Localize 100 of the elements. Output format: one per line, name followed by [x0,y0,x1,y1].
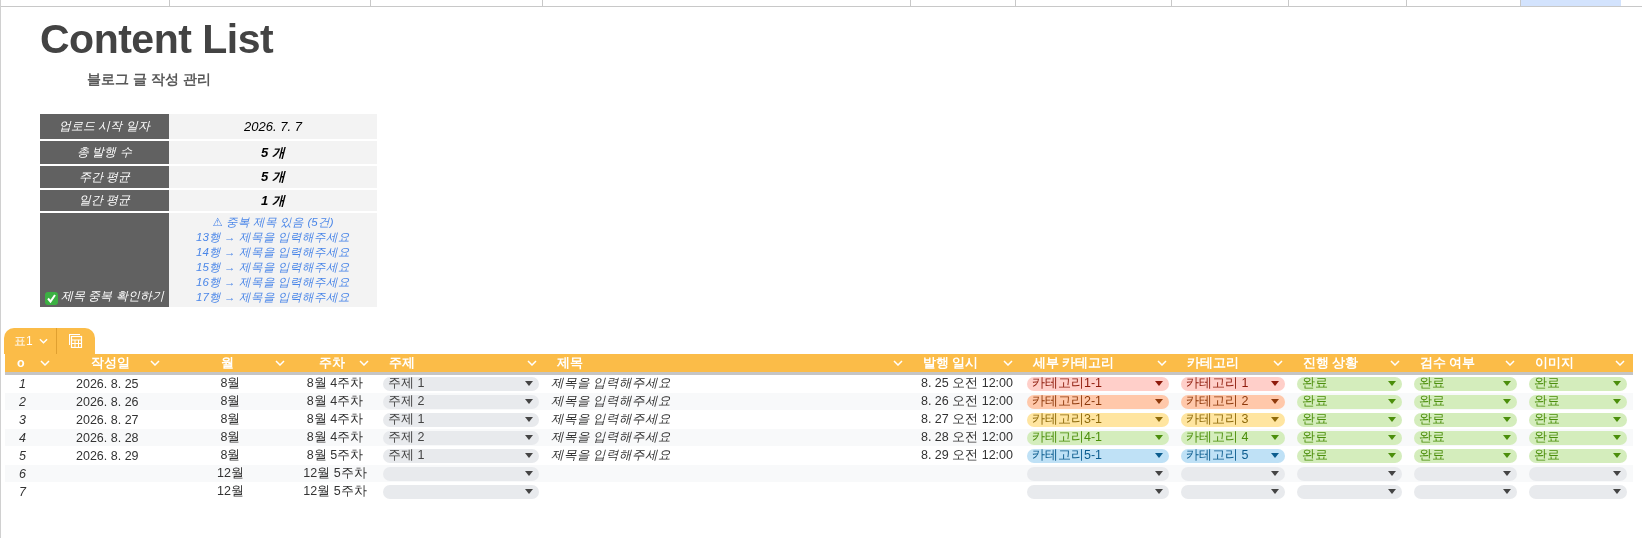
dropdown[interactable]: 완료 [1529,376,1627,391]
dropdown[interactable] [1297,484,1402,499]
dropdown[interactable] [1529,484,1627,499]
table-tab[interactable]: 표1 [4,328,57,354]
dropdown[interactable]: 완료 [1297,376,1402,391]
caret-icon [1613,489,1621,494]
dropdown[interactable]: 완료 [1414,376,1517,391]
dropdown[interactable]: 카테고리4-1 [1027,430,1169,445]
caret-icon [1388,435,1396,440]
caret-icon [1271,453,1279,458]
caret-icon [1503,489,1511,494]
dropdown[interactable] [1027,484,1169,499]
dropdown[interactable]: 카테고리5-1 [1027,448,1169,463]
column-header[interactable]: 발행 일시 [911,354,1021,375]
dropdown[interactable]: 카테고리1-1 [1027,376,1169,391]
dropdown[interactable]: 카테고리 2 [1181,394,1285,409]
summary-label: 일간 평균 [40,190,169,211]
dropdown[interactable] [1529,466,1627,481]
column-header[interactable]: 월 [168,354,293,375]
summary-label: 제목 중복 확인하기 [61,288,164,305]
chevron-down-icon[interactable] [1615,360,1625,366]
dropdown[interactable]: 주제 1 [383,376,539,391]
dropdown[interactable] [1181,484,1285,499]
dropdown[interactable]: 완료 [1529,448,1627,463]
chevron-down-icon[interactable] [1505,360,1515,366]
dropdown[interactable]: 주제 2 [383,430,539,445]
dropdown[interactable]: 완료 [1297,394,1402,409]
dropdown[interactable] [1297,466,1402,481]
dropdown[interactable]: 카테고리 1 [1181,376,1285,391]
chevron-down-icon[interactable] [1157,360,1167,366]
column-header[interactable]: 세부 카테고리 [1021,354,1175,375]
dropdown[interactable] [383,484,539,499]
dropdown[interactable]: 완료 [1529,412,1627,427]
chevron-down-icon[interactable] [150,360,160,366]
chevron-down-icon[interactable] [359,360,369,366]
chevron-down-icon[interactable] [527,360,537,366]
chevron-down-icon[interactable] [1003,360,1013,366]
dropdown[interactable]: 카테고리 4 [1181,430,1285,445]
chevron-down-icon[interactable] [1273,360,1283,366]
column-header[interactable]: 주차 [293,354,377,375]
dropdown[interactable]: 완료 [1297,412,1402,427]
dropdown[interactable] [1414,466,1517,481]
chevron-down-icon[interactable] [1390,360,1400,366]
column-header[interactable]: 검수 여부 [1408,354,1523,375]
caret-icon [1271,435,1279,440]
caret-icon [1503,453,1511,458]
selected-column-header[interactable] [1521,0,1621,6]
dropdown[interactable]: 주제 1 [383,412,539,427]
chevron-down-icon[interactable] [275,360,285,366]
column-header[interactable]: o [5,354,58,375]
dropdown[interactable]: 완료 [1529,430,1627,445]
column-header[interactable]: 이미지 [1523,354,1633,375]
caret-icon [525,453,533,458]
caret-icon [525,435,533,440]
dropdown[interactable]: 주제 1 [383,448,539,463]
table-settings-button[interactable] [56,328,95,354]
caret-icon [1503,399,1511,404]
caret-icon [1613,471,1621,476]
dropdown[interactable] [1414,484,1517,499]
caret-icon [1613,417,1621,422]
column-header[interactable]: 진행 상황 [1291,354,1408,375]
dropdown[interactable]: 카테고리2-1 [1027,394,1169,409]
column-header[interactable]: 작성일 [58,354,168,375]
row-number: 4 [19,430,26,445]
duplicate-line: 16행 → 제목을 입력해주세요 [196,275,350,290]
dropdown[interactable]: 완료 [1414,412,1517,427]
caret-icon [525,489,533,494]
chevron-down-icon[interactable] [893,360,903,366]
dropdown[interactable]: 완료 [1297,430,1402,445]
caret-icon [1503,435,1511,440]
caret-icon [1155,453,1163,458]
column-header[interactable]: 제목 [545,354,911,375]
caret-icon [1155,435,1163,440]
caret-icon [1503,471,1511,476]
dropdown[interactable]: 완료 [1414,448,1517,463]
dropdown[interactable]: 카테고리 5 [1181,448,1285,463]
summary-label: 주간 평균 [40,166,169,188]
chevron-down-icon[interactable] [40,360,50,366]
caret-icon [525,417,533,422]
duplicate-line: 14행 → 제목을 입력해주세요 [196,245,350,260]
caret-icon [1613,399,1621,404]
dropdown[interactable]: 카테고리 3 [1181,412,1285,427]
dropdown[interactable]: 완료 [1297,448,1402,463]
caret-icon [1388,399,1396,404]
dropdown[interactable]: 주제 2 [383,394,539,409]
row-number: 3 [19,412,26,427]
dropdown[interactable]: 완료 [1414,430,1517,445]
dropdown[interactable]: 완료 [1529,394,1627,409]
column-header[interactable]: 카테고리 [1175,354,1291,375]
row-number: 7 [19,484,26,499]
dropdown[interactable] [1027,466,1169,481]
dropdown[interactable]: 완료 [1414,394,1517,409]
caret-icon [1388,453,1396,458]
caret-icon [1388,381,1396,386]
column-header[interactable]: 주제 [377,354,545,375]
dropdown[interactable]: 카테고리3-1 [1027,412,1169,427]
row-number: 1 [19,376,26,391]
summary-label: 총 발행 수 [40,141,169,164]
dropdown[interactable] [1181,466,1285,481]
dropdown[interactable] [383,466,539,481]
